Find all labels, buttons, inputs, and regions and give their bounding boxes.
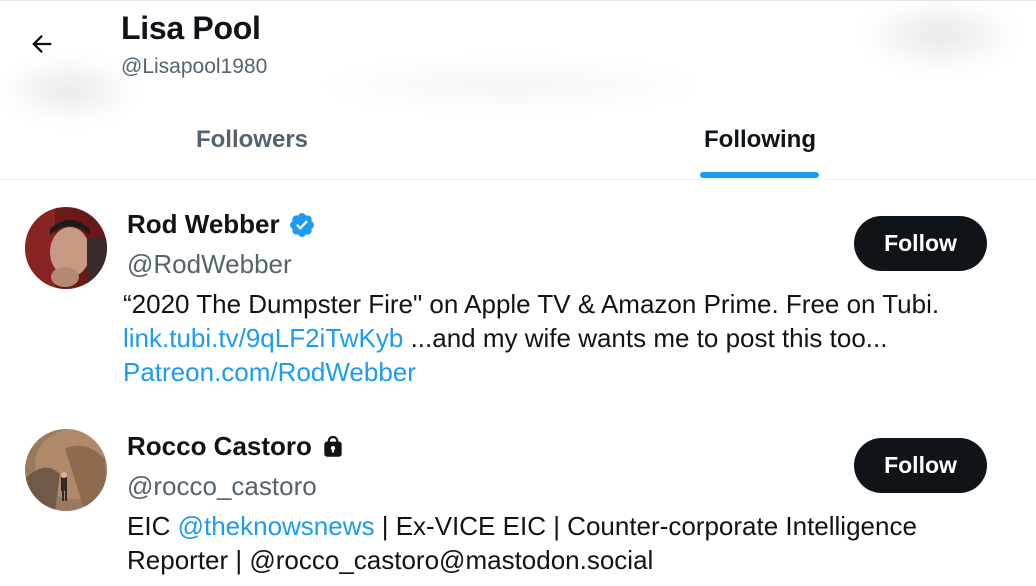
follow-button[interactable]: Follow — [854, 216, 987, 271]
bio-mention[interactable]: @theknowsnews — [178, 511, 375, 541]
avatar-image — [25, 429, 107, 511]
bio-link[interactable]: Patreon.com/RodWebber — [123, 357, 416, 387]
avatar[interactable] — [25, 207, 107, 289]
tab-following[interactable]: Following — [504, 100, 1016, 180]
back-button[interactable] — [20, 24, 64, 64]
user-name[interactable]: Rocco Castoro — [127, 431, 312, 462]
page-title: Lisa Pool — [121, 10, 261, 46]
avatar[interactable] — [25, 429, 107, 511]
bio-line: Reporter | @rocco_castoro@mastodon.socia… — [127, 545, 654, 575]
user-bio: EIC @theknowsnews | Ex-VICE EIC | Counte… — [127, 509, 967, 577]
verified-badge-icon — [289, 212, 314, 237]
user-cell[interactable]: Rocco Castoro @rocco_castoro Follow EIC … — [0, 417, 1036, 586]
bio-text: | Ex-VICE EIC | Counter-corporate Intell… — [374, 511, 917, 541]
user-name[interactable]: Rod Webber — [127, 209, 280, 240]
blurred-background — [860, 0, 1020, 70]
name-row: Rod Webber — [127, 209, 316, 240]
user-bio: “2020 The Dumpster Fire" on Apple TV & A… — [123, 287, 963, 389]
bio-line: “2020 The Dumpster Fire" on Apple TV & A… — [123, 289, 940, 319]
user-handle: @RodWebber — [127, 249, 292, 279]
follow-button[interactable]: Follow — [854, 438, 987, 493]
bio-text: ...and my wife wants me to post this too… — [403, 323, 888, 353]
profile-header: Lisa Pool @Lisapool1980 Followers Follow… — [0, 0, 1036, 180]
bio-link[interactable]: link.tubi.tv/9qLF2iTwKyb — [123, 323, 403, 353]
user-handle: @rocco_castoro — [127, 471, 317, 501]
active-tab-indicator — [700, 172, 819, 178]
name-row: Rocco Castoro — [127, 431, 346, 462]
avatar-image — [25, 207, 107, 289]
lock-icon — [324, 435, 342, 457]
tab-label: Following — [704, 126, 816, 153]
bio-text: EIC — [127, 511, 178, 541]
bio-line: link.tubi.tv/9qLF2iTwKyb ...and my wife … — [123, 321, 963, 355]
profile-handle: @Lisapool1980 — [121, 55, 268, 78]
tab-followers[interactable]: Followers — [0, 100, 504, 180]
arrow-left-icon — [32, 35, 52, 53]
user-cell[interactable]: Rod Webber @RodWebber Follow “2020 The D… — [0, 195, 1036, 405]
tab-label: Followers — [195, 126, 309, 153]
bio-line: EIC @theknowsnews | Ex-VICE EIC | Counte… — [127, 509, 967, 543]
